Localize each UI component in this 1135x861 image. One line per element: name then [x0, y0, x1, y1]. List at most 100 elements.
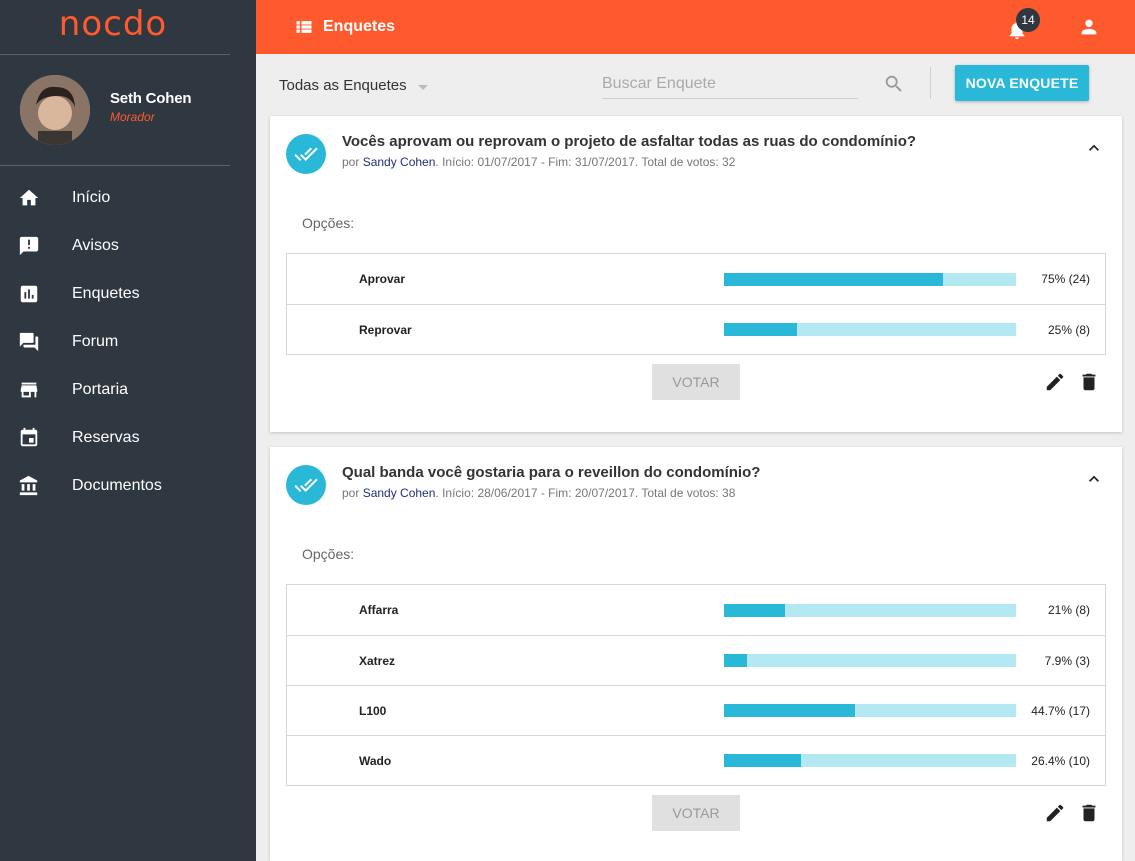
- option-result: 44.7% (17): [1031, 703, 1090, 718]
- option-name: Xatrez: [359, 653, 396, 668]
- progress-fill: [724, 603, 786, 617]
- sidebar-item-avisos[interactable]: Avisos: [0, 222, 256, 270]
- announcement-icon: [19, 236, 39, 256]
- avatar: [20, 75, 90, 145]
- separator: [930, 67, 931, 99]
- poll-author[interactable]: Sandy Cohen: [363, 486, 436, 500]
- poll-meta-details: . Início: 01/07/2017 - Fim: 31/07/2017. …: [435, 155, 736, 169]
- progress-fill: [724, 323, 797, 336]
- option-name: L100: [359, 703, 387, 718]
- option-result: 75% (24): [1041, 272, 1090, 286]
- collapse-icon[interactable]: [1084, 469, 1104, 489]
- account-button[interactable]: [1078, 16, 1100, 38]
- option-name: Wado: [359, 753, 392, 768]
- logo-text: nocdo: [58, 4, 168, 44]
- option-result: 25% (8): [1047, 322, 1090, 337]
- forum-icon: [19, 332, 39, 352]
- progress-bar: [724, 323, 1016, 336]
- sidebar-item-forum[interactable]: Forum: [0, 318, 256, 366]
- sidebar-item-label: Reservas: [72, 429, 140, 446]
- options-list: Affarra 21% (8) Xatrez 7.9% (3) L100 44.…: [286, 584, 1106, 786]
- search-input[interactable]: [602, 70, 858, 99]
- done-all-icon: [286, 465, 326, 505]
- store-icon: [20, 382, 38, 398]
- home-icon: [19, 189, 39, 206]
- progress-bar: [724, 603, 1016, 617]
- options-label: Opções:: [302, 215, 355, 231]
- poll-card: Vocês aprovam ou reprovam o projeto de a…: [270, 116, 1122, 432]
- option-result: 21% (8): [1047, 603, 1090, 617]
- progress-fill: [724, 704, 855, 717]
- user-profile[interactable]: Seth Cohen Morador: [0, 55, 256, 165]
- poll-meta-prefix: por: [342, 486, 363, 500]
- sidebar-item-portaria[interactable]: Portaria: [0, 366, 256, 414]
- poll-meta: por Sandy Cohen. Início: 01/07/2017 - Fi…: [342, 155, 735, 169]
- sidebar-item-label: Portaria: [72, 381, 129, 398]
- poll-question: Qual banda você gostaria para o reveillo…: [342, 464, 761, 481]
- poll-filter-select[interactable]: Todas as Enquetes: [279, 77, 428, 94]
- sidebar-item-reservas[interactable]: Reservas: [0, 414, 256, 462]
- delete-icon[interactable]: [1078, 802, 1100, 824]
- edit-icon[interactable]: [1044, 371, 1066, 393]
- edit-icon[interactable]: [1044, 802, 1066, 824]
- poll-author[interactable]: Sandy Cohen: [363, 155, 436, 169]
- poll-question: Vocês aprovam ou reprovam o projeto de a…: [342, 133, 917, 150]
- option-row[interactable]: L100 44.7% (17): [287, 685, 1105, 735]
- page-title-text: Enquetes: [323, 18, 396, 35]
- progress-fill: [724, 272, 943, 286]
- option-row[interactable]: Wado 26.4% (10): [287, 735, 1105, 785]
- bank-icon: [19, 475, 38, 496]
- search-icon[interactable]: [883, 73, 905, 95]
- option-name: Aprovar: [359, 272, 406, 286]
- notification-badge[interactable]: 14: [1016, 8, 1040, 32]
- user-role: Morador: [110, 110, 155, 124]
- done-all-icon: [286, 134, 326, 174]
- divider: [0, 165, 230, 166]
- progress-fill: [724, 754, 802, 767]
- collapse-icon[interactable]: [1084, 138, 1104, 158]
- vote-button[interactable]: VOTAR: [652, 795, 740, 831]
- progress-fill: [724, 654, 748, 667]
- poll-meta: por Sandy Cohen. Início: 28/06/2017 - Fi…: [342, 486, 735, 500]
- sidebar-item-label: Forum: [72, 333, 119, 350]
- sidebar-item-label: Enquetes: [72, 285, 140, 302]
- option-row[interactable]: Affarra 21% (8): [287, 585, 1105, 635]
- sidebar: nocdo Seth Cohen Morador Início Avisos E…: [0, 0, 256, 861]
- progress-bar: [724, 654, 1016, 667]
- option-name: Reprovar: [359, 322, 412, 337]
- poll-filter-value: Todas as Enquetes: [279, 77, 407, 94]
- option-row[interactable]: Aprovar 75% (24): [287, 254, 1105, 304]
- page-title: Enquetes: [294, 17, 395, 37]
- progress-bar: [724, 272, 1016, 286]
- sidebar-item-enquetes[interactable]: Enquetes: [0, 270, 256, 318]
- sidebar-item-inicio[interactable]: Início: [0, 174, 256, 222]
- poll-card: Qual banda você gostaria para o reveillo…: [270, 447, 1122, 861]
- sidebar-item-documentos[interactable]: Documentos: [0, 462, 256, 510]
- option-result: 7.9% (3): [1044, 653, 1090, 668]
- options-label: Opções:: [302, 546, 355, 562]
- option-row[interactable]: Xatrez 7.9% (3): [287, 635, 1105, 685]
- sidebar-item-label: Início: [72, 189, 111, 206]
- person-icon: [1081, 19, 1097, 35]
- dropdown-caret-icon: [417, 84, 428, 90]
- user-name: Seth Cohen: [110, 90, 192, 107]
- event-icon: [20, 427, 38, 447]
- delete-icon[interactable]: [1078, 371, 1100, 393]
- option-result: 26.4% (10): [1031, 753, 1090, 768]
- option-name: Affarra: [359, 603, 399, 617]
- list-icon: [296, 21, 312, 33]
- sidebar-item-label: Documentos: [72, 477, 162, 494]
- options-list: Aprovar 75% (24) Reprovar 25% (8): [286, 253, 1106, 355]
- poll-meta-prefix: por: [342, 155, 363, 169]
- new-poll-button[interactable]: NOVA ENQUETE: [955, 65, 1089, 101]
- option-row[interactable]: Reprovar 25% (8): [287, 304, 1105, 354]
- poll-icon: [20, 285, 38, 303]
- top-bar: Enquetes 14: [256, 0, 1135, 54]
- logo[interactable]: nocdo: [0, 0, 256, 54]
- sidebar-menu: Início Avisos Enquetes Forum Portaria Re…: [0, 174, 256, 510]
- progress-bar: [724, 754, 1016, 767]
- progress-bar: [724, 704, 1016, 717]
- sidebar-item-label: Avisos: [72, 237, 119, 254]
- vote-button[interactable]: VOTAR: [652, 364, 740, 400]
- poll-meta-details: . Início: 28/06/2017 - Fim: 20/07/2017. …: [435, 486, 736, 500]
